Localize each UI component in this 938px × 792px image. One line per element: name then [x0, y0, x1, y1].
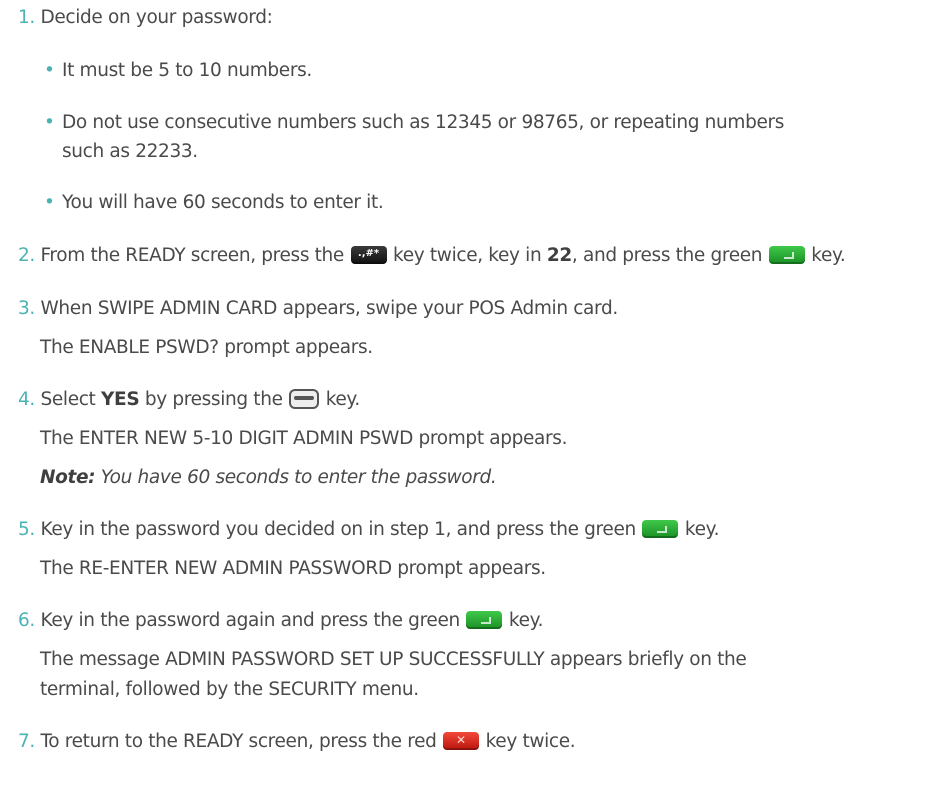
- step-number: 6.: [18, 610, 35, 631]
- step-1: 1. Decide on your password:: [18, 6, 273, 30]
- bullet-text: It must be 5 to 10 numbers.: [62, 60, 312, 81]
- green-enter-key-icon: [642, 520, 679, 538]
- step-result: The ENABLE PSWD? prompt appears.: [40, 337, 373, 358]
- step-number: 2.: [18, 245, 35, 266]
- step-6-result: The message ADMIN PASSWORD SET UP SUCCES…: [40, 648, 747, 672]
- step-bold: 22: [546, 245, 572, 266]
- step-number: 4.: [18, 389, 35, 410]
- step-text: Key in the password you decided on in st…: [40, 519, 636, 540]
- red-cancel-key-icon: ✕: [443, 732, 480, 750]
- step-4: 4. Select YES by pressing the key.: [18, 388, 360, 412]
- step-text: Select: [40, 389, 96, 410]
- step-5-result: The RE-ENTER NEW ADMIN PASSWORD prompt a…: [40, 557, 546, 581]
- step-4-result: The ENTER NEW 5-10 DIGIT ADMIN PSWD prom…: [40, 427, 567, 451]
- step-result: The ENTER NEW 5-10 DIGIT ADMIN PSWD prom…: [40, 428, 568, 449]
- step-result: The RE-ENTER NEW ADMIN PASSWORD prompt a…: [40, 558, 546, 579]
- step-text: Key in the password again and press the …: [40, 610, 460, 631]
- step-text: When SWIPE ADMIN CARD appears, swipe you…: [40, 298, 618, 319]
- soft-key-icon: [289, 389, 320, 409]
- note-text: You have 60 seconds to enter the passwor…: [100, 467, 497, 488]
- step-text: by pressing the: [144, 389, 283, 410]
- note-label: Note:: [40, 467, 96, 488]
- step-3-result: The ENABLE PSWD? prompt appears.: [40, 336, 373, 360]
- step-text: Decide on your password:: [40, 7, 273, 28]
- bullet-dot-icon: •: [44, 192, 55, 213]
- step-number: 1.: [18, 7, 35, 28]
- step-bold: YES: [101, 389, 140, 410]
- green-enter-key-icon: [768, 246, 805, 264]
- hash-key-glyph: .,#*: [357, 248, 380, 259]
- step-text: key.: [684, 519, 720, 540]
- step-6-result-continued: terminal, followed by the SECURITY menu.: [40, 678, 419, 702]
- bullet-text: Do not use consecutive numbers such as 1…: [62, 112, 785, 133]
- step-4-note: Note: You have 60 seconds to enter the p…: [40, 466, 497, 490]
- step-result: terminal, followed by the SECURITY menu.: [40, 679, 419, 700]
- step-number: 3.: [18, 298, 35, 319]
- step-text: From the READY screen, press the: [40, 245, 344, 266]
- step-text: To return to the READY screen, press the…: [40, 731, 437, 752]
- step-text: key twice, key in: [393, 245, 542, 266]
- step-text: key twice.: [485, 731, 576, 752]
- green-enter-key-icon: [466, 611, 503, 629]
- step-number: 5.: [18, 519, 35, 540]
- instruction-document: 1. Decide on your password: • It must be …: [0, 0, 938, 792]
- bullet-text: such as 22233.: [62, 141, 198, 162]
- bullet-item: • You will have 60 seconds to enter it.: [44, 191, 384, 215]
- step-7: 7. To return to the READY screen, press …: [18, 730, 576, 754]
- step-6: 6. Key in the password again and press t…: [18, 609, 544, 633]
- step-text: key.: [508, 610, 544, 631]
- step-5: 5. Key in the password you decided on in…: [18, 518, 720, 542]
- step-2: 2. From the READY screen, press the .,#*…: [18, 244, 846, 268]
- step-text: , and press the green: [571, 245, 763, 266]
- hash-key-icon: .,#*: [350, 246, 387, 264]
- step-text: key.: [325, 389, 361, 410]
- step-result: The message ADMIN PASSWORD SET UP SUCCES…: [40, 649, 747, 670]
- bullet-item: • Do not use consecutive numbers such as …: [44, 111, 784, 135]
- bullet-dot-icon: •: [44, 112, 55, 133]
- step-3: 3. When SWIPE ADMIN CARD appears, swipe …: [18, 297, 618, 321]
- bullet-continuation: such as 22233.: [62, 140, 198, 164]
- bullet-item: • It must be 5 to 10 numbers.: [44, 59, 312, 83]
- step-number: 7.: [18, 731, 35, 752]
- bullet-dot-icon: •: [44, 60, 55, 81]
- bullet-text: You will have 60 seconds to enter it.: [62, 192, 384, 213]
- step-text: key.: [811, 245, 846, 266]
- red-key-glyph: ✕: [456, 733, 467, 747]
